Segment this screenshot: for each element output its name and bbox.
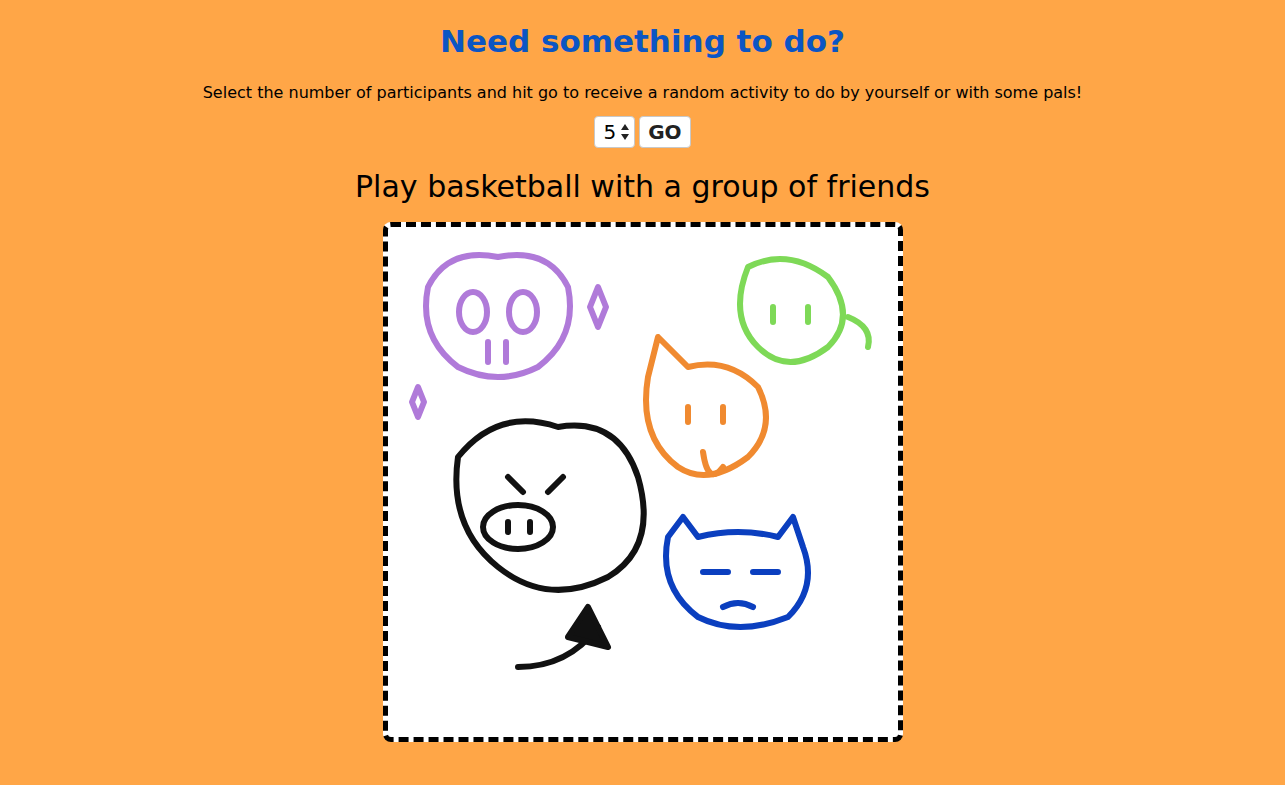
go-button[interactable]: GO bbox=[639, 116, 690, 148]
participants-value: 5 bbox=[603, 120, 616, 144]
page-title: Need something to do? bbox=[440, 22, 845, 60]
activity-image bbox=[383, 222, 903, 742]
friends-doodle-icon bbox=[388, 227, 898, 737]
spinner-icon[interactable] bbox=[620, 123, 630, 141]
page: Need something to do? Select the number o… bbox=[0, 0, 1285, 785]
page-subtitle: Select the number of participants and hi… bbox=[187, 82, 1099, 104]
participants-input[interactable]: 5 bbox=[594, 116, 635, 148]
activity-text: Play basketball with a group of friends bbox=[355, 168, 930, 206]
activity-form: 5 GO bbox=[594, 116, 690, 148]
